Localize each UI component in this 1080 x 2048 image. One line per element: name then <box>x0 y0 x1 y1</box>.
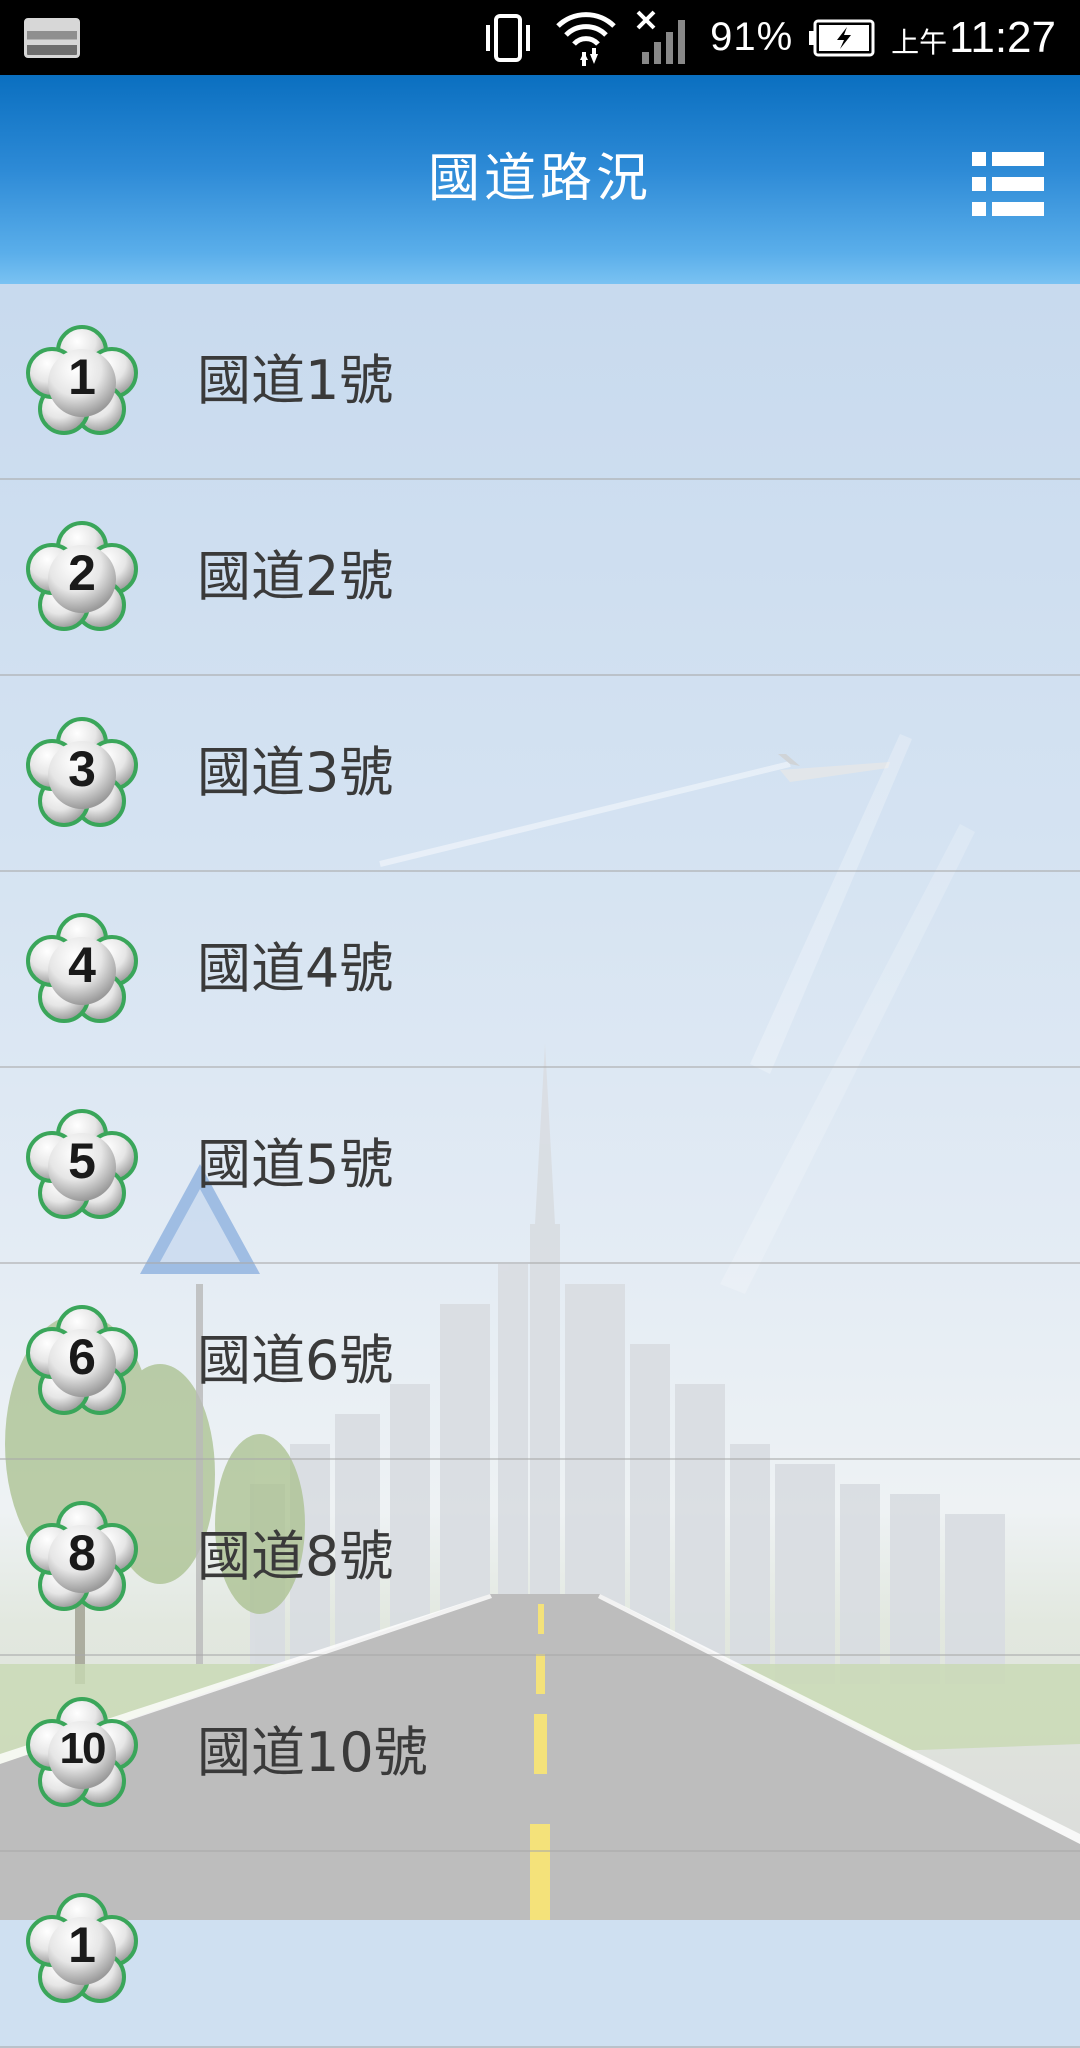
highway-number: 10 <box>59 1724 107 1773</box>
list-item-highway-partial[interactable]: 1 <box>0 1852 1080 2048</box>
list-item-highway-5[interactable]: 5 國道5號 <box>0 1068 1080 1264</box>
clock: 上午 11:27 <box>891 13 1056 63</box>
list-item-highway-3[interactable]: 3 國道3號 <box>0 676 1080 872</box>
highway-badge-icon: 4 <box>26 913 138 1025</box>
battery-percent: 91% <box>710 15 794 59</box>
menu-button[interactable] <box>972 152 1044 216</box>
clock-ampm: 上午 <box>891 26 948 58</box>
highway-label: 國道2號 <box>197 545 394 608</box>
vibrate-icon <box>478 13 538 63</box>
highway-label: 國道5號 <box>197 1133 394 1196</box>
highway-badge-icon: 2 <box>26 521 138 633</box>
highway-badge-icon: 8 <box>26 1501 138 1613</box>
highway-number: 1 <box>68 349 96 405</box>
highway-label: 國道8號 <box>197 1525 394 1588</box>
highway-badge-icon: 3 <box>26 717 138 829</box>
list-item-highway-4[interactable]: 4 國道4號 <box>0 872 1080 1068</box>
highway-label: 國道3號 <box>197 741 394 804</box>
highway-number: 4 <box>68 937 96 993</box>
highway-number: 6 <box>68 1329 96 1385</box>
highway-label: 國道10號 <box>197 1721 428 1784</box>
highway-badge-icon: 5 <box>26 1109 138 1221</box>
highway-label: 國道4號 <box>197 937 394 1000</box>
list-item-highway-1[interactable]: 1 國道1號 <box>0 284 1080 480</box>
screenshot-icon <box>24 18 80 58</box>
clock-time: 11:27 <box>949 12 1056 62</box>
highway-number: 2 <box>68 545 96 601</box>
page-title: 國道路況 <box>427 149 652 209</box>
highway-badge-icon: 10 <box>26 1697 138 1809</box>
highway-badge-icon: 1 <box>26 325 138 437</box>
list-item-highway-2[interactable]: 2 國道2號 <box>0 480 1080 676</box>
highway-number: 1 <box>68 1917 96 1973</box>
no-signal-icon <box>634 8 694 68</box>
highway-badge-icon: 6 <box>26 1305 138 1417</box>
battery-charging-icon <box>809 18 875 58</box>
highway-list: 1 國道1號 2 國道2號 3 國道3號 4 國道4號 5 國道5號 6 國道6… <box>0 284 1080 2048</box>
highway-number: 8 <box>68 1525 96 1581</box>
highway-badge-icon: 1 <box>26 1893 138 2005</box>
highway-number: 5 <box>68 1133 96 1189</box>
list-item-highway-10[interactable]: 10 國道10號 <box>0 1656 1080 1852</box>
highway-number: 3 <box>68 741 96 797</box>
highway-label: 國道1號 <box>197 349 394 412</box>
wifi-icon <box>554 8 618 68</box>
list-item-highway-6[interactable]: 6 國道6號 <box>0 1264 1080 1460</box>
app-bar: 國道路況 <box>0 75 1080 284</box>
status-bar: 91% 上午 11:27 <box>0 0 1080 75</box>
highway-label: 國道6號 <box>197 1329 394 1392</box>
list-item-highway-8[interactable]: 8 國道8號 <box>0 1460 1080 1656</box>
